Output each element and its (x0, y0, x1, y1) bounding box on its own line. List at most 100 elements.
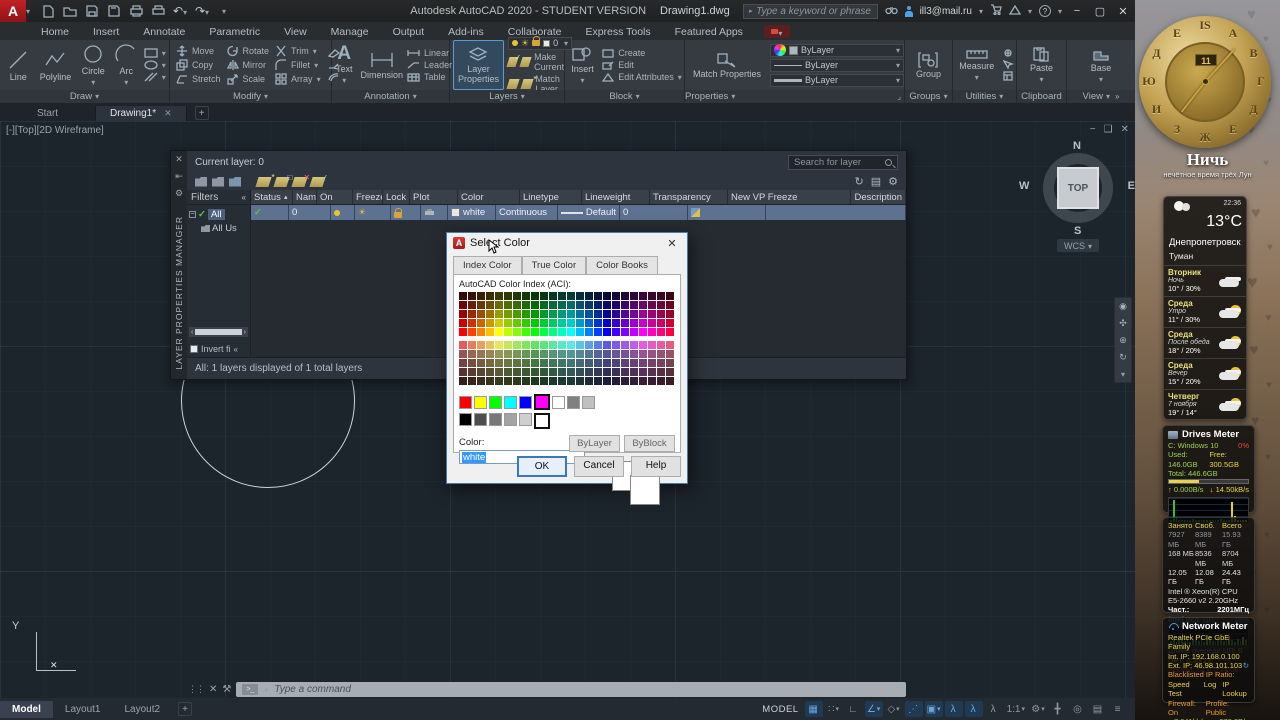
column-header[interactable]: Description (851, 190, 906, 204)
aci-color-cell[interactable] (567, 350, 575, 358)
maximize-button[interactable]: ▢ (1092, 3, 1108, 19)
full-navigation-wheel-icon[interactable]: ◉ (1119, 301, 1127, 312)
layer-lock-icon[interactable] (394, 207, 402, 218)
dialog-titlebar[interactable]: A Select Color ✕ (447, 233, 687, 254)
aci-color-cell[interactable] (576, 310, 584, 318)
new-drawing-tab-button[interactable]: + (194, 106, 209, 120)
aci-color-cell[interactable] (630, 341, 638, 349)
aci-color-cell[interactable] (495, 341, 503, 349)
quick-select-icon[interactable] (1002, 60, 1014, 69)
match-properties-tool[interactable]: Match Properties (689, 40, 765, 90)
print-icon[interactable] (150, 3, 166, 19)
aci-color-cell[interactable] (567, 359, 575, 367)
aci-color-cell[interactable] (639, 350, 647, 358)
aci-color-cell[interactable] (666, 359, 674, 367)
aci-color-cell[interactable] (585, 301, 593, 309)
layer-settings-state-icon[interactable]: ▤ (871, 175, 881, 188)
isolate-objects[interactable]: ◎ (1069, 701, 1087, 717)
aci-color-cell[interactable] (594, 341, 602, 349)
aci-color-cell[interactable] (594, 350, 602, 358)
aci-color-cell[interactable] (549, 341, 557, 349)
aci-color-cell[interactable] (540, 377, 548, 385)
viewcube-top-face[interactable]: TOP (1057, 167, 1099, 209)
ribbon-tab[interactable]: Featured Apps (664, 24, 754, 40)
help-search-input[interactable]: ▸ Type a keyword or phrase (742, 3, 878, 19)
column-header[interactable]: Freeze (353, 190, 383, 204)
aci-color-cell[interactable] (639, 368, 647, 376)
viewcube-north[interactable]: N (1073, 140, 1081, 152)
aci-color-cell[interactable] (648, 359, 656, 367)
ok-button[interactable]: OK (517, 456, 567, 477)
close-button[interactable]: ✕ (1115, 3, 1131, 19)
column-header[interactable]: Color (458, 190, 520, 204)
aci-color-cell[interactable] (648, 341, 656, 349)
aci-color-cell[interactable] (603, 341, 611, 349)
standard-color-swatch[interactable] (534, 394, 550, 410)
aci-color-cell[interactable] (504, 292, 512, 300)
aci-color-cell[interactable] (567, 292, 575, 300)
dialog-tab[interactable]: Index Color (453, 256, 522, 274)
aci-color-cell[interactable] (558, 341, 566, 349)
annotation-panel-label[interactable]: Annotation (332, 90, 449, 103)
aci-color-cell[interactable] (558, 359, 566, 367)
aci-color-cell[interactable] (594, 310, 602, 318)
aci-color-cell[interactable] (603, 350, 611, 358)
aci-color-cell[interactable] (585, 328, 593, 336)
forecast-row[interactable]: Четверг 7 ноября 19° / 14° (1164, 389, 1246, 420)
aci-color-cell[interactable] (558, 310, 566, 318)
aci-color-cell[interactable] (558, 319, 566, 327)
aci-color-cell[interactable] (666, 368, 674, 376)
layer-row[interactable]: ✓ 0 ☀ white Continuous Default 0 (251, 205, 906, 220)
base-view-tool[interactable]: Base (1087, 40, 1116, 90)
aci-color-cell[interactable] (567, 377, 575, 385)
aci-color-cell[interactable] (594, 359, 602, 367)
ribbon-tab[interactable]: Express Tools (574, 24, 661, 40)
aci-color-cell[interactable] (657, 368, 665, 376)
account-caret-icon[interactable] (979, 5, 983, 17)
insert-block-tool[interactable]: Insert (567, 40, 598, 90)
copy-tool[interactable]: Copy (176, 59, 221, 71)
customization-menu[interactable]: ≡ (1109, 701, 1127, 717)
forecast-row[interactable]: Среда Вечер 15° / 20% (1164, 358, 1246, 389)
aci-color-cell[interactable] (468, 301, 476, 309)
aci-color-cell[interactable] (531, 319, 539, 327)
aci-color-cell[interactable] (522, 341, 530, 349)
autodesk-caret-icon[interactable] (1028, 5, 1032, 17)
layer-description[interactable] (766, 205, 906, 220)
aci-color-cell[interactable] (639, 319, 647, 327)
aci-color-cell[interactable] (648, 319, 656, 327)
new-layer-icon[interactable]: * (255, 173, 274, 187)
aci-color-cell[interactable] (513, 377, 521, 385)
command-input[interactable]: >_ Type a command (236, 681, 906, 697)
open-folder-icon[interactable] (62, 3, 78, 19)
aci-color-cell[interactable] (549, 350, 557, 358)
aci-color-cell[interactable] (504, 301, 512, 309)
layer-states-icon[interactable] (229, 176, 241, 187)
aci-color-cell[interactable] (531, 328, 539, 336)
model-tab[interactable]: Model (0, 700, 53, 718)
aci-color-cell[interactable] (648, 301, 656, 309)
annotation-autoscale[interactable]: λ (964, 701, 983, 717)
palette-properties-icon[interactable]: ⚙ (175, 188, 183, 199)
aci-color-cell[interactable] (639, 292, 647, 300)
zoom-extents-icon[interactable]: ⊕ (1119, 335, 1127, 346)
start-tab[interactable]: Start (0, 106, 96, 121)
aci-color-cell[interactable] (612, 377, 620, 385)
aci-color-cell[interactable] (477, 350, 485, 358)
viewcube-east[interactable]: E (1128, 180, 1135, 192)
aci-color-cell[interactable] (540, 292, 548, 300)
ribbon-tab[interactable]: Parametric (198, 24, 271, 40)
filter-node-all-used[interactable]: All Us (189, 223, 248, 234)
aci-color-cell[interactable] (468, 328, 476, 336)
aci-color-cell[interactable] (648, 368, 656, 376)
filters-collapse-icon[interactable]: « (242, 193, 246, 202)
aci-color-cell[interactable] (468, 368, 476, 376)
aci-color-cell[interactable] (477, 359, 485, 367)
ribbon-tab[interactable]: Insert (82, 24, 130, 40)
dialog-tab[interactable]: Color Books (586, 256, 658, 274)
recorder-icon[interactable] (763, 25, 790, 38)
aci-color-cell[interactable] (558, 292, 566, 300)
arc-tool[interactable]: Arc (111, 40, 141, 90)
network-link[interactable]: Speed Test (1168, 680, 1198, 699)
make-current-button[interactable]: ✓ Make Current (506, 52, 572, 72)
